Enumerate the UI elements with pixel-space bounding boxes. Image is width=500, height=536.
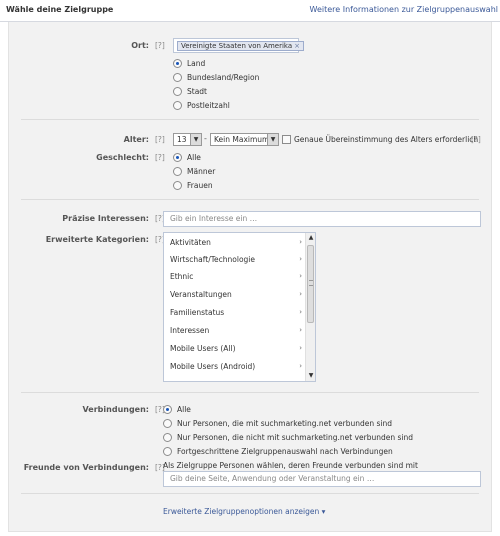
chevron-right-icon: › — [299, 308, 302, 316]
radio-label: Postleitzahl — [187, 101, 230, 110]
list-item[interactable]: Interessen › — [170, 322, 302, 339]
location-option-zip[interactable]: Postleitzahl — [173, 100, 230, 111]
gender-help-icon[interactable]: [?] — [155, 153, 165, 162]
radio-icon — [173, 87, 182, 96]
radio-label: Alle — [187, 153, 201, 162]
radio-icon — [173, 167, 182, 176]
section-header: Wähle deine Zielgruppe Weitere Informati… — [0, 0, 500, 22]
extended-categories-label: Erweiterte Kategorien: — [45, 235, 149, 244]
chevron-right-icon: › — [299, 255, 302, 263]
age-label: Alter: — [123, 135, 149, 144]
gender-label: Geschlecht: — [96, 153, 149, 162]
list-item-label: Aktivitäten — [170, 238, 211, 247]
extended-categories-list[interactable]: Aktivitäten › Wirtschaft/Technologie › Eth… — [163, 232, 316, 382]
radio-label: Nur Personen, die nicht mit suchmarketin… — [177, 433, 414, 442]
age-min-select[interactable]: 13 ▼ — [173, 133, 202, 146]
radio-label: Stadt — [187, 87, 207, 96]
list-item-label: Interessen — [170, 326, 210, 335]
grip-icon — [309, 280, 313, 286]
radio-label: Land — [187, 59, 206, 68]
list-item[interactable]: Mobile Users (All) › — [170, 340, 302, 357]
location-option-city[interactable]: Stadt — [173, 86, 207, 97]
list-item-label: Veranstaltungen — [170, 290, 232, 299]
token-remove-icon[interactable]: × — [294, 42, 300, 50]
radio-selected-icon — [173, 59, 182, 68]
list-item-label: Mobile Users (All) — [170, 344, 236, 353]
radio-icon — [173, 73, 182, 82]
friends-of-connections-label: Freunde von Verbindungen: — [23, 463, 149, 472]
location-token: Vereinigte Staaten von Amerika × — [177, 41, 305, 51]
divider — [21, 392, 479, 393]
divider — [21, 199, 479, 200]
scroll-up-icon[interactable]: ▲ — [306, 233, 315, 243]
connections-option-all[interactable]: Alle — [163, 404, 191, 415]
chevron-right-icon: › — [299, 326, 302, 334]
list-item[interactable]: Veranstaltungen › — [170, 286, 302, 303]
radio-selected-icon — [163, 405, 172, 414]
targeting-info-link[interactable]: Weitere Informationen zur Zielgruppenaus… — [310, 5, 498, 14]
list-item[interactable]: Wirtschaft/Technologie › — [170, 251, 302, 268]
chevron-right-icon: › — [299, 344, 302, 352]
radio-icon — [163, 433, 172, 442]
radio-icon — [173, 101, 182, 110]
age-max-select[interactable]: Kein Maximum ▼ — [210, 133, 279, 146]
radio-label: Männer — [187, 167, 216, 176]
list-item-label: Familienstatus — [170, 308, 225, 317]
radio-label: Alle — [177, 405, 191, 414]
age-range-separator: - — [204, 134, 207, 143]
friends-of-connections-input[interactable]: Gib deine Seite, Anwendung oder Veransta… — [163, 471, 481, 487]
list-item[interactable]: Aktivitäten › — [170, 234, 302, 251]
radio-label: Nur Personen, die mit suchmarketing.net … — [177, 419, 392, 428]
radio-label: Fortgeschrittene Zielgruppenauswahl nach… — [177, 447, 393, 456]
age-min-value: 13 — [177, 135, 187, 144]
age-help-icon[interactable]: [?] — [155, 135, 165, 144]
divider — [21, 493, 479, 494]
connections-option-not-connected[interactable]: Nur Personen, die nicht mit suchmarketin… — [163, 432, 413, 443]
scroll-down-icon[interactable]: ▼ — [306, 371, 315, 381]
gender-option-all[interactable]: Alle — [173, 152, 201, 163]
radio-icon — [163, 447, 172, 456]
dropdown-arrow-icon: ▼ — [267, 134, 278, 145]
chevron-right-icon: › — [299, 272, 302, 280]
list-scrollbar[interactable]: ▲ ▼ — [305, 233, 315, 381]
location-label: Ort: — [131, 41, 149, 50]
list-item-label: Mobile Users (Android) — [170, 362, 256, 371]
gender-option-women[interactable]: Frauen — [173, 180, 213, 191]
exact-age-label: Genaue Übereinstimmung des Alters erford… — [294, 135, 479, 144]
dropdown-arrow-icon: ▼ — [190, 134, 201, 145]
radio-selected-icon — [173, 153, 182, 162]
connections-option-connected[interactable]: Nur Personen, die mit suchmarketing.net … — [163, 418, 392, 429]
list-item[interactable]: Ethnic › — [170, 268, 302, 285]
location-help-icon[interactable]: [?] — [155, 41, 165, 50]
divider — [21, 119, 479, 120]
location-option-country[interactable]: Land — [173, 58, 205, 69]
advanced-targeting-link[interactable]: Erweiterte Zielgruppenoptionen anzeigen … — [163, 507, 325, 516]
section-title: Wähle deine Zielgruppe — [6, 5, 114, 14]
list-item[interactable]: Mobile Users (Android) › — [170, 358, 302, 375]
chevron-right-icon: › — [299, 362, 302, 370]
chevron-right-icon: › — [299, 290, 302, 298]
location-input[interactable]: Vereinigte Staaten von Amerika × — [173, 38, 305, 53]
list-item-label: Wirtschaft/Technologie — [170, 255, 255, 264]
connections-label: Verbindungen: — [82, 405, 149, 414]
exact-age-help-icon[interactable]: [?] — [471, 135, 481, 144]
radio-label: Bundesland/Region — [187, 73, 260, 82]
friends-of-connections-description: Als Zielgruppe Personen wählen, deren Fr… — [163, 461, 418, 470]
list-item-label: Ethnic — [170, 272, 194, 281]
connections-option-advanced[interactable]: Fortgeschrittene Zielgruppenauswahl nach… — [163, 446, 393, 457]
radio-icon — [163, 419, 172, 428]
precise-interests-input[interactable]: Gib ein Interesse ein … — [163, 211, 481, 227]
age-max-value: Kein Maximum — [214, 135, 270, 144]
radio-label: Frauen — [187, 181, 213, 190]
chevron-right-icon: › — [299, 238, 302, 246]
radio-icon — [173, 181, 182, 190]
gender-option-men[interactable]: Männer — [173, 166, 215, 177]
exact-age-checkbox[interactable] — [282, 135, 291, 144]
scrollbar-thumb[interactable] — [307, 245, 314, 323]
location-option-region[interactable]: Bundesland/Region — [173, 72, 259, 83]
precise-interests-label: Präzise Interessen: — [62, 214, 149, 223]
targeting-panel: Ort: [?] Vereinigte Staaten von Amerika ×… — [8, 22, 492, 532]
list-item[interactable]: Familienstatus › — [170, 304, 302, 321]
location-token-label: Vereinigte Staaten von Amerika — [181, 42, 293, 50]
